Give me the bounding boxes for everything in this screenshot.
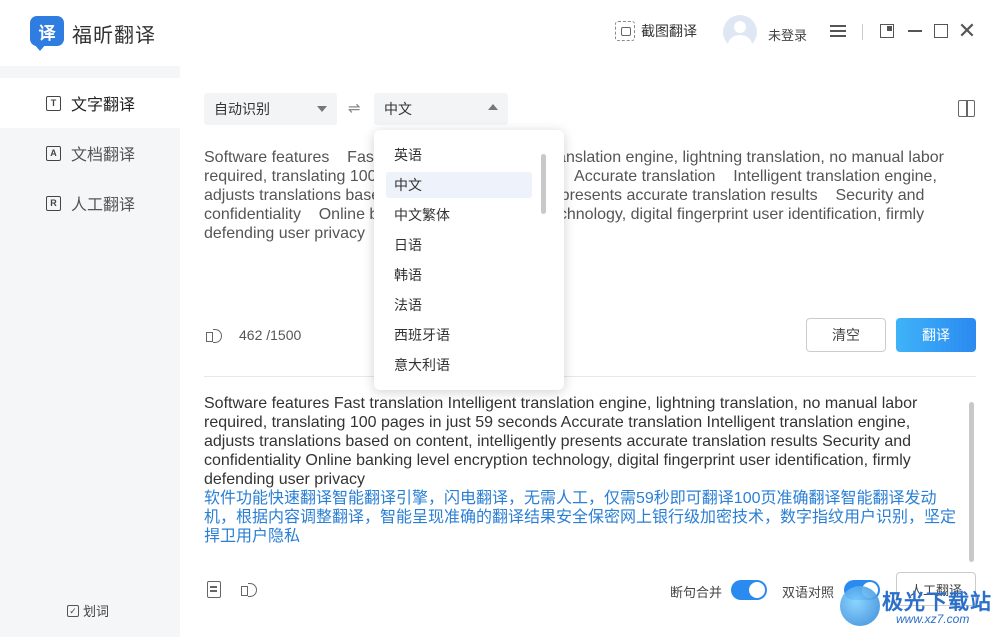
menu-icon[interactable] (829, 22, 847, 40)
screenshot-translate-button[interactable]: 截图翻译 (615, 21, 697, 41)
translate-button[interactable]: 翻译 (896, 318, 976, 352)
clear-button[interactable]: 清空 (806, 318, 886, 352)
chevron-up-icon (488, 104, 498, 110)
logo-char: 译 (38, 23, 56, 43)
sidebar-item-label: 人工翻译 (71, 197, 136, 214)
app-logo-icon: 译 (30, 16, 64, 51)
title-bar: 译 福昕翻译 截图翻译 未登录 ✕ (0, 0, 999, 66)
panel-divider (204, 376, 976, 377)
copy-icon[interactable] (207, 581, 221, 598)
watermark-logo-icon (840, 586, 880, 626)
login-status[interactable]: 未登录 (768, 25, 807, 44)
source-speaker-icon[interactable] (205, 327, 225, 345)
sidebar-item-document-translate[interactable]: A 文档翻译 (0, 128, 180, 178)
dropdown-option[interactable]: 意大利语 (386, 352, 532, 378)
camera-icon (615, 21, 635, 41)
text-translate-icon: T (46, 95, 61, 111)
chevron-down-icon (317, 106, 327, 112)
swap-languages-icon[interactable]: ⇌ (348, 99, 361, 117)
result-scrollbar[interactable] (969, 402, 974, 562)
avatar[interactable] (723, 15, 757, 49)
word-select-toggle[interactable]: ✓ 划词 (67, 601, 109, 620)
merge-sentences-label: 断句合并 (670, 585, 723, 600)
result-translated-text: 软件功能快速翻译智能翻译引擎，闪电翻译，无需人工，仅需59秒即可翻译100页准确… (204, 490, 957, 545)
split-view-icon[interactable] (958, 100, 975, 117)
human-translate-icon: R (46, 195, 61, 211)
word-select-label: 划词 (83, 604, 110, 619)
char-count: 462 /1500 (239, 327, 302, 343)
screenshot-translate-label: 截图翻译 (641, 23, 697, 39)
close-icon[interactable]: ✕ (958, 20, 976, 42)
target-language-value: 中文 (384, 101, 412, 117)
merge-sentences-toggle[interactable] (731, 580, 767, 600)
sidebar: T 文字翻译 A 文档翻译 R 人工翻译 ✓ 划词 (0, 66, 180, 637)
sidebar-item-text-translate[interactable]: T 文字翻译 (0, 78, 180, 128)
dropdown-option[interactable]: 中文繁体 (386, 202, 532, 228)
dropdown-option[interactable]: 西班牙语 (386, 322, 532, 348)
target-language-select[interactable]: 中文 (374, 93, 508, 125)
target-language-dropdown: 英语 中文 中文繁体 日语 韩语 法语 西班牙语 意大利语 (374, 130, 564, 390)
bilingual-label: 双语对照 (782, 585, 835, 600)
pin-window-icon[interactable] (878, 22, 896, 40)
document-translate-icon: A (46, 145, 61, 161)
sidebar-item-label: 文档翻译 (71, 147, 136, 164)
source-language-select[interactable]: 自动识别 (204, 93, 337, 125)
result-text-area: Software features Fast translation Intel… (204, 394, 964, 546)
dropdown-option[interactable]: 日语 (386, 232, 532, 258)
app-name: 福昕翻译 (72, 25, 156, 47)
dropdown-scrollbar[interactable] (541, 154, 546, 214)
dropdown-option[interactable]: 英语 (386, 142, 532, 168)
watermark-url: www.xz7.com (896, 612, 970, 626)
source-language-value: 自动识别 (214, 101, 270, 117)
watermark: 极光下载站 www.xz7.com (840, 580, 999, 637)
minimize-icon[interactable] (906, 22, 924, 40)
sidebar-item-human-translate[interactable]: R 人工翻译 (0, 178, 180, 228)
dropdown-option-selected[interactable]: 中文 (386, 172, 532, 198)
source-text-area[interactable]: Software features Fast translation Intel… (204, 148, 964, 243)
sidebar-item-label: 文字翻译 (71, 97, 136, 114)
checkbox-checked-icon: ✓ (67, 604, 79, 617)
result-original-text: Software features Fast translation Intel… (204, 395, 918, 488)
dropdown-option[interactable]: 韩语 (386, 262, 532, 288)
title-divider (862, 24, 863, 40)
dropdown-option[interactable]: 法语 (386, 292, 532, 318)
maximize-icon[interactable] (932, 22, 950, 40)
main-panel: 自动识别 ⇌ 中文 Software features Fast transla… (180, 66, 999, 637)
result-speaker-icon[interactable] (240, 581, 260, 599)
